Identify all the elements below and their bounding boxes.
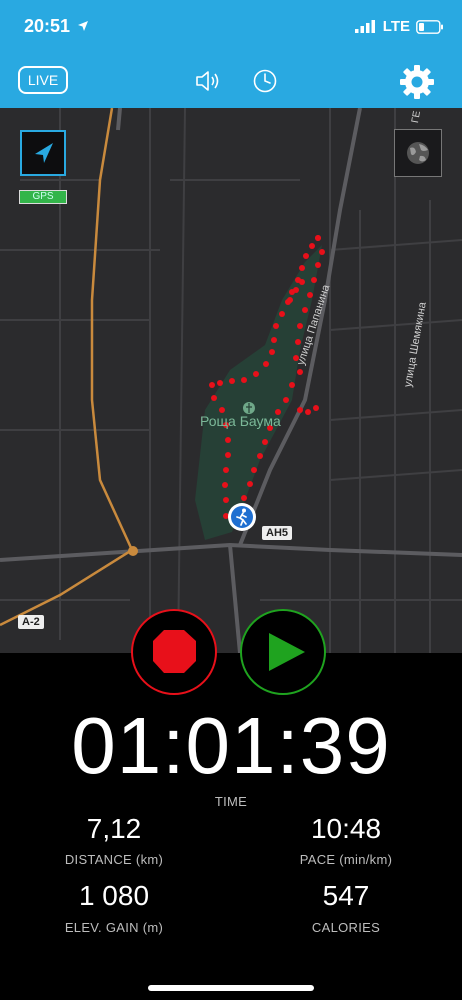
route-dot: [225, 452, 231, 458]
navigation-button[interactable]: [20, 130, 66, 176]
route-dot: [289, 382, 295, 388]
calories-value: 547: [322, 880, 370, 911]
network-type: LTE: [382, 18, 410, 35]
volume-icon[interactable]: [194, 69, 222, 93]
route-dot: [241, 495, 247, 501]
route-dot: [223, 467, 229, 473]
route-dot: [319, 249, 325, 255]
route-dot: [217, 380, 223, 386]
clock-icon[interactable]: [252, 68, 278, 94]
road-badge-ah5: AH5: [262, 526, 293, 540]
current-position-marker: [228, 503, 256, 531]
route-dot: [269, 349, 275, 355]
route-dot: [251, 467, 257, 473]
route-dot: [283, 397, 289, 403]
map-layer-button[interactable]: [394, 129, 442, 177]
route-dot: [229, 378, 235, 384]
live-button[interactable]: LIVE: [18, 66, 68, 94]
route-dot: [297, 369, 303, 375]
navigation-arrow-icon: [35, 143, 53, 163]
route-dot: [299, 265, 305, 271]
status-time: 20:51: [24, 16, 71, 36]
status-bar: 20:51 LTE: [0, 0, 462, 56]
route-dot: [315, 262, 321, 268]
route-dot: [223, 497, 229, 503]
play-icon: [269, 633, 305, 671]
calories-label: CALORIES: [311, 920, 381, 935]
elapsed-time: 01:01:39: [71, 701, 391, 790]
elevation-gain-value: 1 080: [78, 880, 150, 911]
app-toolbar: LIVE: [0, 56, 462, 108]
elevation-gain-label: ELEV. GAIN (m): [64, 920, 164, 935]
map-canvas: [0, 108, 462, 653]
route-dot: [297, 323, 303, 329]
road-badge-a2: A-2: [18, 615, 44, 629]
route-dot: [315, 235, 321, 241]
gps-indicator: GPS: [19, 190, 67, 204]
route-dot: [293, 287, 299, 293]
pace-value: 10:48: [310, 813, 382, 844]
pace-label: PACE (min/km): [299, 852, 393, 867]
route-dot: [257, 453, 263, 459]
signal-icon: [354, 20, 375, 33]
stop-octagon-icon: [153, 630, 196, 673]
route-dot: [211, 395, 217, 401]
route-dot: [262, 439, 268, 445]
route-dot: [305, 409, 311, 415]
route-dot: [225, 437, 231, 443]
map-view[interactable]: GPS Роща Баума улица Папанина улица Шемя…: [0, 108, 462, 653]
battery-icon: [416, 19, 443, 34]
distance-value: 7,12: [86, 813, 142, 844]
runner-icon: [236, 508, 247, 526]
route-dot: [222, 482, 228, 488]
route-dot: [253, 371, 259, 377]
route-dot: [309, 243, 315, 249]
park-label: Роща Баума: [200, 413, 281, 429]
route-dot: [279, 311, 285, 317]
street-label-partial: ГЕ: [410, 110, 423, 124]
route-dot: [302, 307, 308, 313]
route-dot: [307, 292, 313, 298]
route-dot: [263, 361, 269, 367]
location-arrow-icon: [78, 21, 88, 31]
route-dot: [287, 297, 293, 303]
route-dot: [303, 253, 309, 259]
play-button[interactable]: [240, 609, 326, 695]
route-dot: [299, 279, 305, 285]
route-dot: [241, 377, 247, 383]
route-dot: [247, 481, 253, 487]
highway-junction: [128, 546, 138, 556]
route-dot: [209, 382, 215, 388]
home-indicator: [148, 985, 314, 991]
route-dot: [313, 405, 319, 411]
globe-icon: [407, 142, 429, 164]
route-dot: [271, 337, 277, 343]
highway-road: [0, 108, 134, 627]
stop-button[interactable]: [131, 609, 217, 695]
route-dot: [297, 407, 303, 413]
time-label: TIME: [214, 794, 248, 809]
route-dot: [273, 323, 279, 329]
route-dot: [311, 277, 317, 283]
gear-icon[interactable]: [399, 64, 435, 100]
distance-label: DISTANCE (km): [64, 852, 164, 867]
